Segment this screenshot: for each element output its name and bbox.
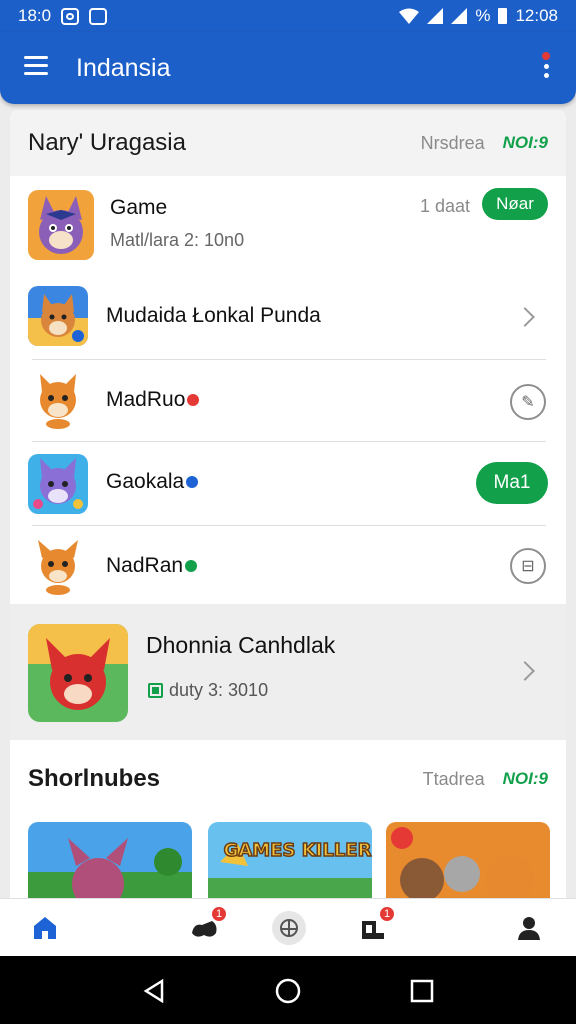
section-title: Nary' Uragasia: [28, 129, 186, 156]
featured-title: Dhonnia Canhdlak: [146, 632, 336, 658]
wolf-hero-icon: [28, 190, 94, 260]
home-button-icon[interactable]: [275, 978, 301, 1004]
row-time: 1 daat: [419, 196, 470, 216]
recents-icon[interactable]: [409, 978, 435, 1004]
chevron-right-icon: [515, 661, 535, 681]
status-time-right: 12:08: [515, 6, 558, 25]
row-title: Mudaida Łonkal Punda: [106, 304, 321, 327]
list-item[interactable]: NadRan ⊟: [10, 526, 566, 604]
wifi-icon: [399, 8, 420, 24]
store-icon: [148, 683, 163, 698]
app-title: Indansia: [76, 54, 171, 82]
jungle-creature-thumb[interactable]: [28, 822, 192, 900]
system-nav-bar: [0, 956, 576, 1024]
section-more-link[interactable]: NOI:9: [503, 769, 548, 789]
battery-icon: [498, 8, 508, 24]
section-meta: Nrsdrea: [420, 132, 485, 153]
thumb-title: GAMES KILLERS: [224, 840, 372, 861]
section-header: Nary' Uragasia Nrsdrea NOI:9: [10, 110, 566, 176]
fox-cub-icon: [28, 370, 88, 430]
featured-subtitle: duty 3: 3010: [148, 680, 268, 701]
game-controller-icon[interactable]: 1: [188, 905, 228, 945]
status-badge: [186, 476, 199, 489]
notification-message-icon: [89, 7, 108, 25]
menu-icon[interactable]: [24, 56, 48, 76]
row-subtitle: Matl/lara 2: 10n0: [110, 230, 245, 250]
battery-label: %: [475, 6, 491, 25]
more-options-icon[interactable]: [542, 52, 550, 82]
back-icon[interactable]: [142, 978, 168, 1004]
featured-item[interactable]: Dhonnia Canhdlak duty 3: 3010: [10, 604, 566, 740]
list-item[interactable]: Gaokala Ma1: [10, 442, 566, 526]
section-meta: Ttadrea: [422, 768, 485, 789]
section-more-link[interactable]: NOI:9: [503, 133, 548, 153]
list-item[interactable]: Mudaida Łonkal Punda: [10, 278, 566, 360]
row-title: NadRan: [106, 554, 198, 578]
character-group-thumb[interactable]: [386, 822, 550, 900]
verified-badge: [185, 560, 198, 573]
notification-app-icon: [61, 7, 80, 25]
row-title: Game: [110, 196, 168, 219]
notification-badge: 1: [210, 905, 228, 923]
profile-icon[interactable]: [512, 911, 546, 945]
section-title: Shorlnubes: [28, 765, 161, 792]
signal-icon-2: [451, 8, 468, 24]
edit-icon[interactable]: ✎: [510, 384, 546, 420]
purple-wolf-icon: [28, 454, 88, 514]
status-time-left: 18:0: [18, 6, 52, 25]
bottom-nav: 1 1: [0, 898, 576, 956]
games-killers-thumb[interactable]: GAMES KILLERS: [208, 822, 372, 900]
inbox-icon[interactable]: 1: [356, 905, 396, 945]
row-title: MadRuo: [106, 388, 200, 412]
chevron-right-icon: [515, 307, 535, 327]
red-wolf-icon: [28, 624, 128, 722]
signal-icon: [427, 8, 444, 24]
center-action-icon[interactable]: [272, 911, 306, 945]
fox-character-icon: [28, 286, 88, 346]
status-badge: [187, 394, 200, 407]
app-bar: Indansia: [0, 32, 576, 104]
action-button[interactable]: Ma1: [476, 462, 548, 504]
row-title: Gaokala: [106, 470, 199, 494]
fox-cub-icon: [28, 536, 88, 596]
list-item[interactable]: MadRuo ✎: [10, 360, 566, 442]
action-button[interactable]: Nøar: [482, 188, 548, 220]
status-bar: 18:0 % 12:08: [0, 0, 576, 32]
notification-badge: 1: [378, 905, 396, 923]
home-icon[interactable]: [28, 911, 62, 945]
download-icon[interactable]: ⊟: [510, 548, 546, 584]
content-card: Nary' Uragasia Nrsdrea NOI:9 Game Matl/l…: [10, 110, 566, 900]
section-header: Shorlnubes Ttadrea NOI:9: [10, 746, 566, 812]
list-item-game[interactable]: Game Matl/lara 2: 10n0 1 daat Nøar: [10, 176, 566, 278]
